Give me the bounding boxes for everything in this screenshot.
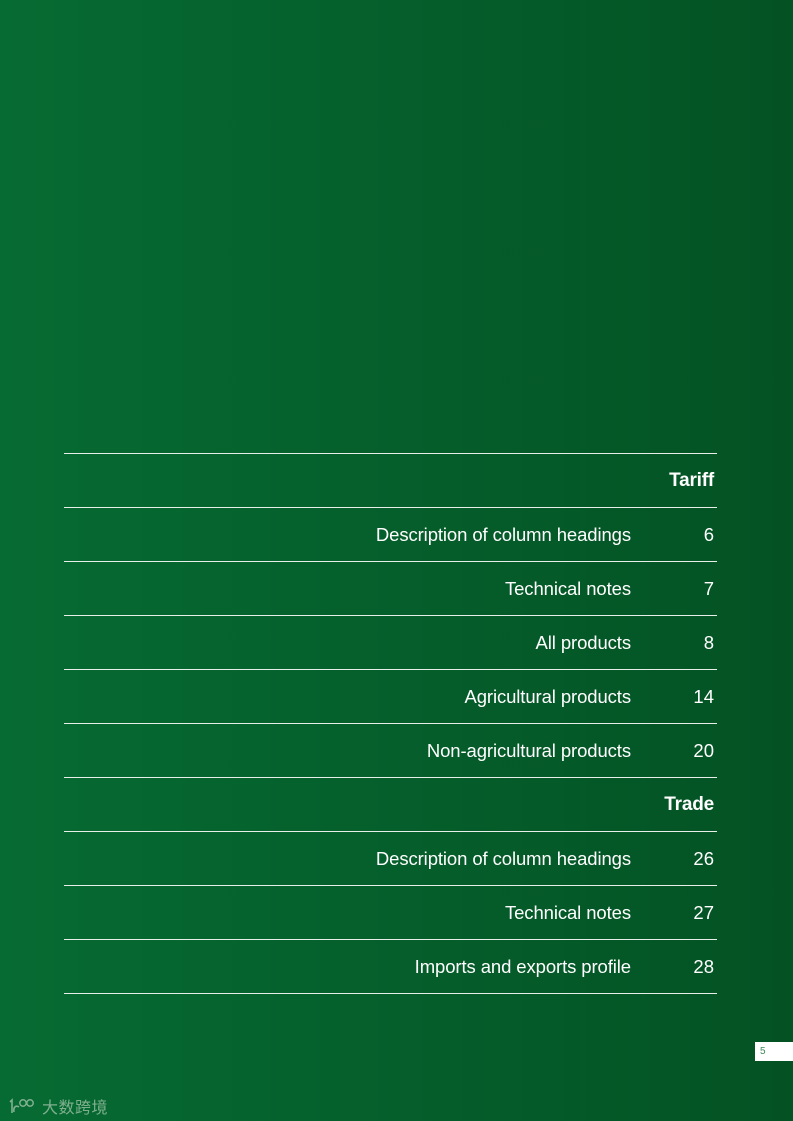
watermark: 大数跨境 xyxy=(8,1094,108,1118)
entry-page-number: 7 xyxy=(703,577,714,599)
entry-label: Imports and exports profile xyxy=(414,955,631,977)
toc-entry[interactable]: Description of column headings 26 xyxy=(64,832,717,886)
toc-entry[interactable]: Imports and exports profile 28 xyxy=(64,940,717,994)
watermark-text: 大数跨境 xyxy=(42,1098,109,1117)
entry-page-number: 8 xyxy=(703,631,714,653)
section-title: Trade xyxy=(664,793,714,815)
section-title: Tariff xyxy=(669,469,714,491)
toc-section-tariff: Tariff xyxy=(64,454,717,508)
entry-label: Technical notes xyxy=(504,577,631,599)
entry-page-number: 20 xyxy=(693,739,714,761)
entry-label: Agricultural products xyxy=(464,685,631,707)
entry-page-number: 27 xyxy=(693,901,714,923)
entry-label: Description of column headings xyxy=(375,523,631,545)
entry-label: Technical notes xyxy=(504,901,631,923)
toc-entry[interactable]: Agricultural products 14 xyxy=(64,670,717,724)
page-number: 5 xyxy=(755,1042,793,1061)
toc-entry[interactable]: Non-agricultural products 20 xyxy=(64,724,717,778)
entry-label: Description of column headings xyxy=(375,847,631,869)
toc-entry[interactable]: Description of column headings 6 xyxy=(64,508,717,562)
toc-section-trade: Trade xyxy=(64,778,717,832)
100-logo-icon xyxy=(9,1098,34,1113)
entry-page-number: 28 xyxy=(693,955,714,977)
entry-page-number: 14 xyxy=(693,685,714,707)
table-of-contents: Tariff Description of column headings 6 … xyxy=(64,453,717,994)
entry-page-number: 6 xyxy=(703,523,714,545)
toc-entry[interactable]: All products 8 xyxy=(64,616,717,670)
entry-label: Non-agricultural products xyxy=(426,739,631,761)
toc-entry[interactable]: Technical notes 7 xyxy=(64,562,717,616)
toc-entry[interactable]: Technical notes 27 xyxy=(64,886,717,940)
entry-label: All products xyxy=(535,631,632,653)
entry-page-number: 26 xyxy=(693,847,714,869)
